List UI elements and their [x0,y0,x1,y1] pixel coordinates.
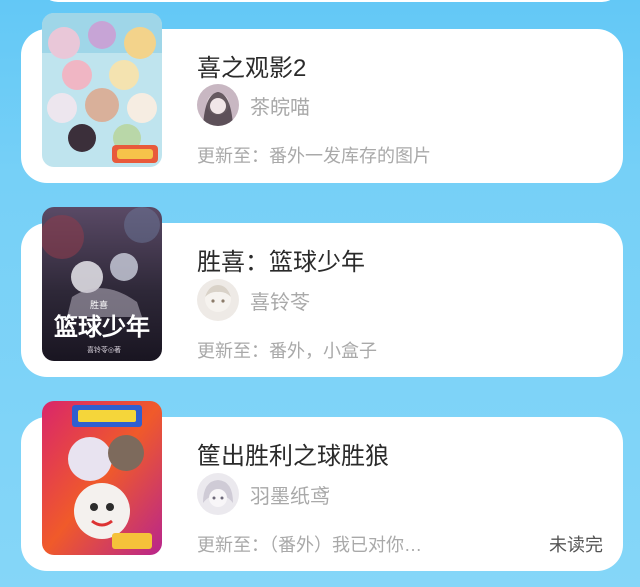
book-title: 喜之观影2 [197,55,307,82]
book-cover [42,401,162,555]
cover-subtitle: 胜喜 [90,299,108,311]
author-name: 喜铃苓 [250,291,310,314]
book-cover-image [42,401,162,555]
cover-title: 篮球少年 [53,313,150,341]
book-cover-image: 胜喜 篮球少年 喜铃苓◎著 [42,207,162,361]
book-title: 筐出胜利之球胜狼 [197,443,389,470]
book-card[interactable]: 喜之观影2 茶皖喵 更新至：番外一发库存的图片 [21,13,623,183]
book-title: 胜喜：篮球少年 [197,249,365,276]
author-name: 茶皖喵 [250,96,310,119]
cover-byline: 喜铃苓◎著 [87,345,121,354]
author-name: 羽墨纸鸢 [250,485,330,508]
author-row: 茶皖喵 [197,84,310,126]
read-status-badge: 未读完 [549,535,603,555]
author-row: 羽墨纸鸢 [197,473,330,515]
book-cover: 胜喜 篮球少年 喜铃苓◎著 [42,207,162,361]
author-row: 喜铃苓 [197,279,310,321]
book-cover-image [42,13,162,167]
author-avatar [197,473,239,515]
update-status: 更新至：（番外）我已对你… [197,535,422,555]
update-status: 更新至：番外，小盒子 [197,341,377,361]
update-status: 更新至：番外一发库存的图片 [197,146,431,166]
author-avatar [197,279,239,321]
book-cover [42,13,162,167]
book-card[interactable]: 胜喜 篮球少年 喜铃苓◎著 胜喜：篮球少年 喜铃苓 更新至：番外，小盒子 [21,207,623,377]
book-card[interactable]: 筐出胜利之球胜狼 羽墨纸鸢 更新至：（番外）我已对你… 未读完 [21,401,623,571]
author-avatar [197,84,239,126]
book-list: 喜之观影2 茶皖喵 更新至：番外一发库存的图片 胜喜 篮球少年 喜铃苓◎著 胜喜… [0,0,640,587]
